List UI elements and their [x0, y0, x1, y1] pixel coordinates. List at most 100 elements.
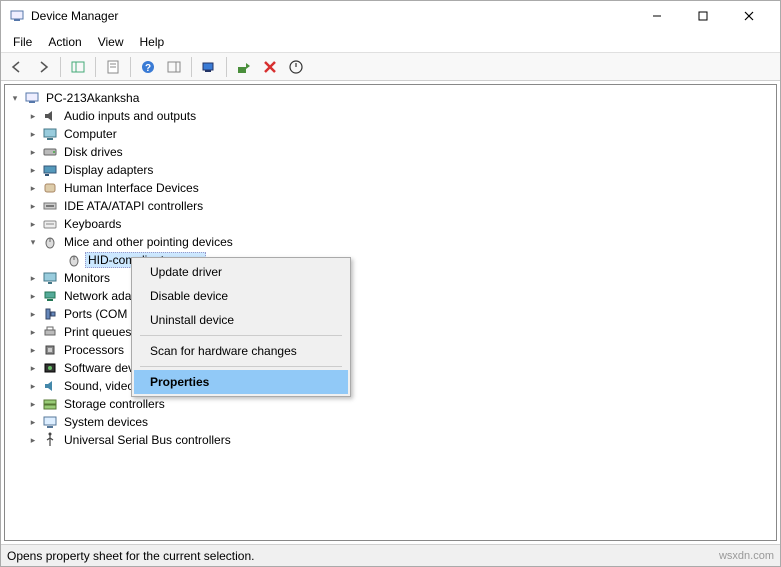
- monitor-icon: [42, 126, 58, 142]
- update-driver-button[interactable]: [232, 55, 256, 79]
- chevron-right-icon[interactable]: ▸: [27, 272, 39, 284]
- scan-hardware-button[interactable]: [197, 55, 221, 79]
- speaker-icon: [42, 108, 58, 124]
- tree-node-display[interactable]: ▸ Display adapters: [9, 161, 772, 179]
- ctx-disable-device[interactable]: Disable device: [134, 284, 348, 308]
- back-button[interactable]: [5, 55, 29, 79]
- tree-node-label: Processors: [61, 342, 127, 358]
- svg-text:?: ?: [145, 63, 151, 74]
- tree-node-label: Monitors: [61, 270, 113, 286]
- toolbar-separator: [95, 57, 96, 77]
- chevron-down-icon[interactable]: ▾: [9, 92, 21, 104]
- forward-button[interactable]: [31, 55, 55, 79]
- menu-file[interactable]: File: [5, 33, 40, 51]
- tree-node-mice[interactable]: ▾ Mice and other pointing devices: [9, 233, 772, 251]
- chevron-right-icon[interactable]: ▸: [27, 434, 39, 446]
- tree-node-ports[interactable]: ▸ Ports (COM: [9, 305, 772, 323]
- printer-icon: [42, 324, 58, 340]
- chevron-right-icon[interactable]: ▸: [27, 182, 39, 194]
- chevron-right-icon[interactable]: ▸: [27, 308, 39, 320]
- tree-node-network[interactable]: ▸ Network ada: [9, 287, 772, 305]
- tree-node-label: Sound, video: [61, 378, 137, 394]
- chevron-right-icon[interactable]: ▸: [27, 290, 39, 302]
- tree-node-disk[interactable]: ▸ Disk drives: [9, 143, 772, 161]
- menubar: File Action View Help: [1, 31, 780, 53]
- tree-node-label: Software dev: [61, 360, 137, 376]
- tree-node-monitors[interactable]: ▸ Monitors: [9, 269, 772, 287]
- tree-node-printq[interactable]: ▸ Print queues: [9, 323, 772, 341]
- tree-node-label: Human Interface Devices: [61, 180, 202, 196]
- disk-icon: [42, 144, 58, 160]
- chevron-right-icon[interactable]: ▸: [27, 380, 39, 392]
- minimize-button[interactable]: [634, 1, 680, 31]
- software-icon: [42, 360, 58, 376]
- help-button[interactable]: ?: [136, 55, 160, 79]
- tree-node-ide[interactable]: ▸ IDE ATA/ATAPI controllers: [9, 197, 772, 215]
- maximize-button[interactable]: [680, 1, 726, 31]
- chevron-right-icon[interactable]: ▸: [27, 398, 39, 410]
- ctx-scan-hardware[interactable]: Scan for hardware changes: [134, 339, 348, 363]
- close-button[interactable]: [726, 1, 772, 31]
- tree-node-keyboard[interactable]: ▸ Keyboards: [9, 215, 772, 233]
- menu-help[interactable]: Help: [132, 33, 173, 51]
- display-adapter-icon: [42, 162, 58, 178]
- tree-node-label: Audio inputs and outputs: [61, 108, 199, 124]
- chevron-right-icon[interactable]: ▸: [27, 362, 39, 374]
- tree-node-software[interactable]: ▸ Software dev: [9, 359, 772, 377]
- usb-icon: [42, 432, 58, 448]
- tree-node-sound[interactable]: ▸ Sound, video: [9, 377, 772, 395]
- tree-root[interactable]: ▾ PC-213Akanksha: [9, 89, 772, 107]
- storage-icon: [42, 396, 58, 412]
- tree-node-hid-mouse[interactable]: HID-compliant mouse: [9, 251, 772, 269]
- chevron-right-icon[interactable]: ▸: [27, 128, 39, 140]
- watermark: wsxdn.com: [719, 550, 774, 562]
- window-title: Device Manager: [31, 9, 634, 23]
- statusbar-text: Opens property sheet for the current sel…: [7, 549, 254, 563]
- tree-node-hid[interactable]: ▸ Human Interface Devices: [9, 179, 772, 197]
- chevron-right-icon[interactable]: ▸: [27, 110, 39, 122]
- ide-icon: [42, 198, 58, 214]
- tree-node-label: Storage controllers: [61, 396, 168, 412]
- tree-node-label: Keyboards: [61, 216, 124, 232]
- uninstall-device-button[interactable]: [258, 55, 282, 79]
- context-menu-separator: [140, 366, 342, 367]
- disable-device-button[interactable]: [284, 55, 308, 79]
- tree-node-label: Print queues: [61, 324, 134, 340]
- toolbar: ?: [1, 53, 780, 81]
- context-menu: Update driver Disable device Uninstall d…: [131, 257, 351, 397]
- toolbar-separator: [130, 57, 131, 77]
- mouse-icon: [66, 252, 82, 268]
- show-hide-console-tree-button[interactable]: [66, 55, 90, 79]
- chevron-right-icon[interactable]: ▸: [27, 416, 39, 428]
- computer-icon: [24, 90, 40, 106]
- device-tree[interactable]: ▾ PC-213Akanksha ▸ Audio inputs and outp…: [4, 84, 777, 541]
- mouse-icon: [42, 234, 58, 250]
- tree-node-label: IDE ATA/ATAPI controllers: [61, 198, 206, 214]
- tree-node-usb[interactable]: ▸ Universal Serial Bus controllers: [9, 431, 772, 449]
- menu-action[interactable]: Action: [40, 33, 89, 51]
- toolbar-separator: [60, 57, 61, 77]
- chevron-right-icon[interactable]: ▸: [27, 326, 39, 338]
- titlebar: Device Manager: [1, 1, 780, 31]
- chevron-right-icon[interactable]: ▸: [27, 164, 39, 176]
- context-menu-separator: [140, 335, 342, 336]
- tree-node-system[interactable]: ▸ System devices: [9, 413, 772, 431]
- tree-node-label: System devices: [61, 414, 151, 430]
- ctx-properties[interactable]: Properties: [134, 370, 348, 394]
- tree-node-audio[interactable]: ▸ Audio inputs and outputs: [9, 107, 772, 125]
- chevron-right-icon[interactable]: ▸: [27, 200, 39, 212]
- ctx-uninstall-device[interactable]: Uninstall device: [134, 308, 348, 332]
- chevron-right-icon[interactable]: ▸: [27, 218, 39, 230]
- tree-node-label: Disk drives: [61, 144, 126, 160]
- tree-node-storage[interactable]: ▸ Storage controllers: [9, 395, 772, 413]
- tree-node-computer[interactable]: ▸ Computer: [9, 125, 772, 143]
- chevron-down-icon[interactable]: ▾: [27, 236, 39, 248]
- app-icon: [9, 8, 25, 24]
- chevron-right-icon[interactable]: ▸: [27, 344, 39, 356]
- tree-node-processors[interactable]: ▸ Processors: [9, 341, 772, 359]
- menu-view[interactable]: View: [90, 33, 132, 51]
- properties-button[interactable]: [101, 55, 125, 79]
- ctx-update-driver[interactable]: Update driver: [134, 260, 348, 284]
- action-pane-button[interactable]: [162, 55, 186, 79]
- chevron-right-icon[interactable]: ▸: [27, 146, 39, 158]
